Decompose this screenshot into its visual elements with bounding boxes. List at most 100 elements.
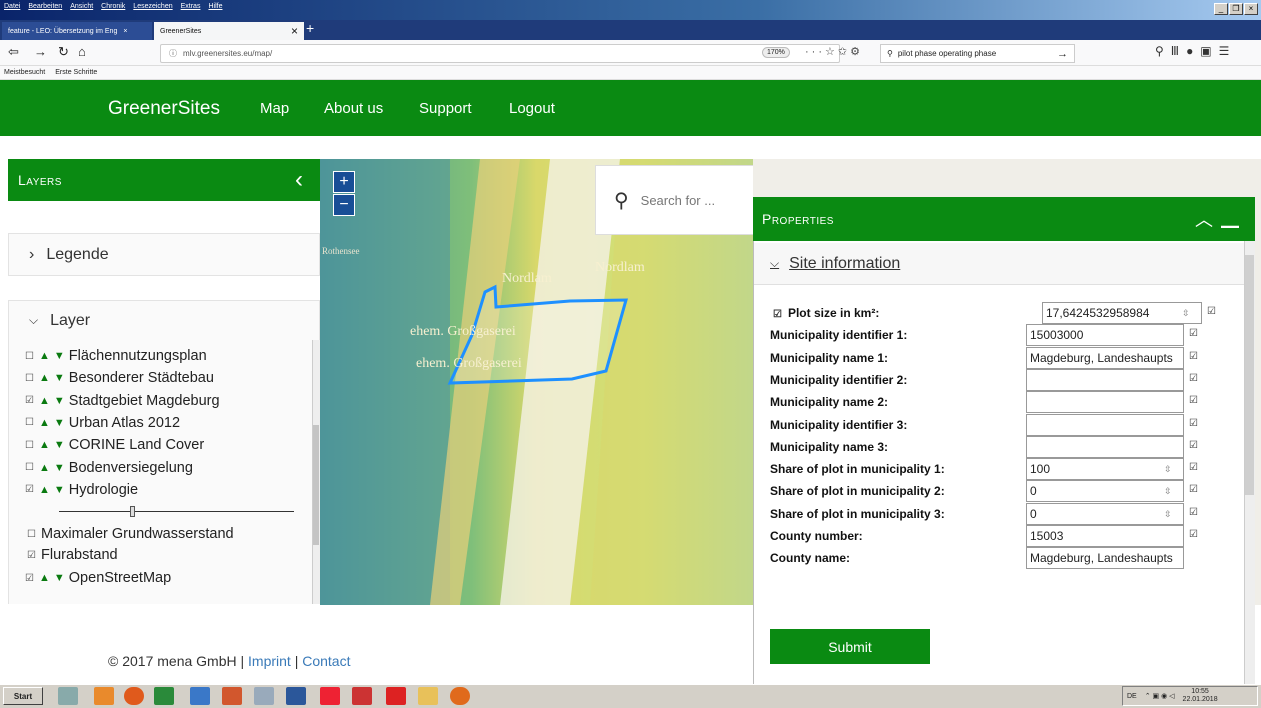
opacity-slider-track[interactable] <box>59 511 294 512</box>
property-input[interactable]: Magdeburg, Landeshaupts <box>1026 547 1184 570</box>
taskbar-app-icon[interactable] <box>418 687 438 705</box>
opacity-slider-handle[interactable] <box>129 506 135 517</box>
layer-row[interactable]: ☐ ▲ ▼ Bodenversiegelung <box>25 460 193 476</box>
menu-ansicht[interactable]: Ansicht <box>70 3 93 10</box>
taskbar-app-icon[interactable] <box>254 687 274 705</box>
close-tab-icon[interactable]: × <box>291 24 298 38</box>
taskbar-app-icon[interactable] <box>320 687 340 705</box>
layer-row[interactable]: ☑ ▲ ▼ Stadtgebiet Magdeburg <box>25 393 220 409</box>
imprint-link[interactable]: Imprint <box>248 653 291 669</box>
legende-section[interactable]: › Legende <box>8 233 320 276</box>
menu-lesezeichen[interactable]: Lesezeichen <box>133 3 172 10</box>
property-input[interactable] <box>1026 413 1184 436</box>
move-up-icon[interactable]: ▲ <box>39 417 50 429</box>
spinner-icon[interactable]: ⇳ <box>1164 464 1172 475</box>
start-button[interactable]: Start <box>3 687 43 705</box>
sublayer-row[interactable]: ☑ Flurabstand <box>27 547 118 563</box>
new-tab-icon[interactable]: + <box>306 20 314 36</box>
property-input[interactable]: 17,6424532958984 <box>1042 302 1202 324</box>
collapse-chevron-icon[interactable]: ‹ <box>295 166 303 194</box>
taskbar-app-icon[interactable] <box>58 687 78 705</box>
contact-link[interactable]: Contact <box>302 653 350 669</box>
move-down-icon[interactable]: ▼ <box>54 350 65 362</box>
move-up-icon[interactable]: ▲ <box>39 439 50 451</box>
taskbar-app-icon[interactable] <box>124 687 144 705</box>
property-input[interactable] <box>1026 435 1184 458</box>
move-up-icon[interactable]: ▲ <box>39 572 50 584</box>
layer-section-header[interactable]: ⌵ Layer <box>8 300 320 340</box>
forward-icon[interactable]: → <box>34 44 47 59</box>
sublayer-row[interactable]: ☐ Maximaler Grundwasserstand <box>27 526 234 542</box>
layer-checkbox[interactable]: ☑ <box>25 573 35 584</box>
nav-about-us[interactable]: About us <box>324 100 383 117</box>
property-visibility-checkbox[interactable]: ☑ <box>1189 395 1198 406</box>
layer-row[interactable]: ☑ ▲ ▼ OpenStreetMap <box>25 570 171 586</box>
layer-checkbox[interactable]: ☐ <box>25 417 35 428</box>
bookmark-erste-schritte[interactable]: Erste Schritte <box>55 69 97 76</box>
property-input[interactable]: 15003 <box>1026 525 1184 547</box>
property-checkbox[interactable]: ☑ <box>773 309 782 320</box>
layer-checkbox[interactable]: ☐ <box>25 440 35 451</box>
nav-map[interactable]: Map <box>260 100 289 117</box>
site-information-section[interactable]: ⌵ Site information <box>754 243 1244 285</box>
minimize-panel-icon[interactable]: ▁ <box>1221 210 1247 230</box>
property-visibility-checkbox[interactable]: ☑ <box>1189 462 1198 473</box>
move-up-icon[interactable]: ▲ <box>39 350 50 362</box>
property-input[interactable] <box>1026 391 1184 414</box>
properties-scroll-thumb[interactable] <box>1245 255 1254 495</box>
map-search-input[interactable]: Search for ... <box>641 193 715 208</box>
property-visibility-checkbox[interactable]: ☑ <box>1189 418 1198 429</box>
property-visibility-checkbox[interactable]: ☑ <box>1189 507 1198 518</box>
taskbar-app-icon[interactable] <box>190 687 210 705</box>
property-input[interactable]: 0 <box>1026 480 1184 503</box>
taskbar-app-icon[interactable] <box>386 687 406 705</box>
close-tab-icon[interactable]: × <box>123 28 127 35</box>
property-visibility-checkbox[interactable]: ☑ <box>1189 351 1198 362</box>
property-visibility-checkbox[interactable]: ☑ <box>1189 328 1198 339</box>
layer-row[interactable]: ☐ ▲ ▼ Urban Atlas 2012 <box>25 415 180 431</box>
layer-list-scroll-thumb[interactable] <box>313 425 319 545</box>
close-icon[interactable]: × <box>1244 3 1258 15</box>
move-down-icon[interactable]: ▼ <box>54 439 65 451</box>
move-down-icon[interactable]: ▼ <box>54 484 65 496</box>
taskbar-app-icon[interactable] <box>94 687 114 705</box>
submit-button[interactable]: Submit <box>770 629 930 664</box>
sublayer-checkbox[interactable]: ☐ <box>27 529 37 540</box>
property-input[interactable]: Magdeburg, Landeshaupts <box>1026 346 1184 369</box>
property-visibility-checkbox[interactable]: ☑ <box>1189 484 1198 495</box>
menu-datei[interactable]: Datei <box>4 3 20 10</box>
move-down-icon[interactable]: ▼ <box>54 417 65 429</box>
browser-search-bar[interactable]: ⚲ pilot phase operating phase → <box>880 44 1075 63</box>
clock[interactable]: 10:55 22.01.2018 <box>1183 688 1218 704</box>
taskbar-app-icon[interactable] <box>222 687 242 705</box>
minimize-icon[interactable]: _ <box>1214 3 1228 15</box>
property-input[interactable]: 15003000 <box>1026 324 1184 347</box>
spinner-icon[interactable]: ⇳ <box>1164 509 1172 520</box>
taskbar-app-icon[interactable] <box>286 687 306 705</box>
search-go-icon[interactable]: → <box>1057 48 1068 60</box>
layer-row[interactable]: ☐ ▲ ▼ Flächennutzungsplan <box>25 348 207 364</box>
menu-chronik[interactable]: Chronik <box>101 3 125 10</box>
layer-checkbox[interactable]: ☑ <box>25 484 35 495</box>
spinner-icon[interactable]: ⇳ <box>1182 308 1190 319</box>
move-up-icon[interactable]: ▲ <box>39 484 50 496</box>
menu-extras[interactable]: Extras <box>181 3 201 10</box>
move-up-icon[interactable]: ▲ <box>39 372 50 384</box>
back-icon[interactable]: ⇦ <box>8 44 19 60</box>
move-down-icon[interactable]: ▼ <box>54 395 65 407</box>
bookmark-meistbesucht[interactable]: Meistbesucht <box>4 69 45 76</box>
nav-logout[interactable]: Logout <box>509 100 555 117</box>
move-down-icon[interactable]: ▼ <box>54 372 65 384</box>
url-bar[interactable]: ⓘ mlv.greenersites.eu/map/ <box>160 44 840 63</box>
restore-icon[interactable]: ❐ <box>1229 3 1243 15</box>
move-up-icon[interactable]: ▲ <box>39 395 50 407</box>
taskbar-app-icon[interactable] <box>352 687 372 705</box>
language-indicator[interactable]: DE <box>1127 693 1137 700</box>
layer-row[interactable]: ☑ ▲ ▼ Hydrologie <box>25 482 138 498</box>
brand-logo[interactable]: GreenerSites <box>108 98 220 120</box>
home-icon[interactable]: ⌂ <box>78 44 86 59</box>
property-visibility-checkbox[interactable]: ☑ <box>1189 373 1198 384</box>
layer-checkbox[interactable]: ☑ <box>25 395 35 406</box>
move-up-icon[interactable]: ▲ <box>39 462 50 474</box>
property-input[interactable] <box>1026 368 1184 391</box>
